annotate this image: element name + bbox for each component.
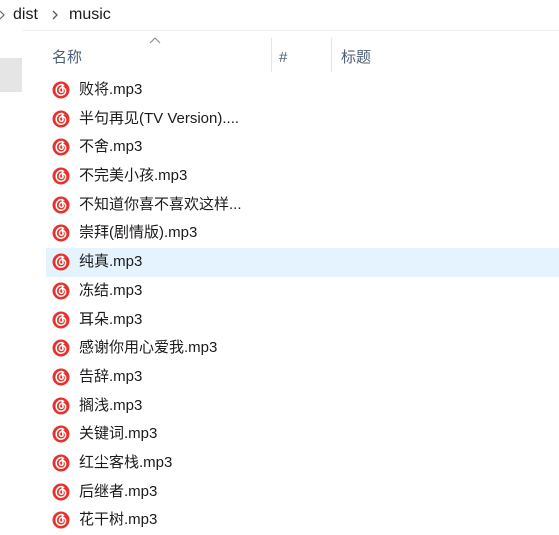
column-divider[interactable]	[331, 38, 332, 72]
netease-cloud-music-icon	[52, 397, 70, 415]
navigation-pane	[0, 30, 22, 528]
netease-cloud-music-icon	[52, 110, 70, 128]
file-name: 冻结.mp3	[79, 281, 143, 299]
netease-cloud-music-icon	[52, 368, 70, 386]
file-row[interactable]: 搁浅.mp3	[46, 392, 559, 421]
column-divider[interactable]	[271, 38, 272, 72]
file-row[interactable]: 红尘客栈.mp3	[46, 449, 559, 478]
file-name: 红尘客栈.mp3	[79, 453, 173, 471]
file-name: 崇拜(剧情版).mp3	[79, 224, 198, 242]
netease-cloud-music-icon	[52, 224, 70, 242]
file-row[interactable]: 败将.mp3	[46, 76, 559, 105]
file-row[interactable]: 后继者.mp3	[46, 478, 559, 507]
netease-cloud-music-icon	[52, 253, 70, 271]
netease-cloud-music-icon	[52, 339, 70, 357]
breadcrumb-item-dist[interactable]: dist	[13, 4, 38, 26]
file-row[interactable]: 花干树.mp3	[46, 506, 559, 535]
file-name: 后继者.mp3	[79, 482, 158, 500]
column-header-number[interactable]: #	[279, 48, 287, 68]
file-row[interactable]: 不知道你喜不喜欢这样...	[46, 191, 559, 220]
file-row[interactable]: 关键词.mp3	[46, 420, 559, 449]
netease-cloud-music-icon	[52, 167, 70, 185]
chevron-right-icon[interactable]	[0, 7, 6, 23]
file-name: 不舍.mp3	[79, 138, 143, 156]
file-name: 半句再见(TV Version)....	[79, 109, 240, 127]
file-row[interactable]: 崇拜(剧情版).mp3	[46, 219, 559, 248]
file-name: 搁浅.mp3	[79, 396, 143, 414]
file-name: 败将.mp3	[79, 81, 143, 98]
netease-cloud-music-icon	[52, 425, 70, 443]
file-name: 纯真.mp3	[79, 253, 143, 271]
file-name: 不知道你喜不喜欢这样...	[79, 195, 242, 213]
chevron-right-icon[interactable]	[50, 10, 60, 20]
sort-ascending-icon	[149, 37, 161, 44]
column-header-title[interactable]: 标题	[341, 48, 371, 68]
file-row[interactable]: 冻结.mp3	[46, 277, 559, 306]
file-row[interactable]: 感谢你用心爱我.mp3	[46, 334, 559, 363]
column-header-name[interactable]: 名称	[52, 48, 82, 68]
file-row[interactable]: 纯真.mp3	[46, 248, 559, 277]
address-breadcrumb-bar: dist music	[0, 0, 559, 31]
netease-cloud-music-icon	[52, 511, 70, 529]
netease-cloud-music-icon	[52, 196, 70, 214]
file-list: 败将.mp3 半句再见(TV Version).... 不舍.mp3 不完美小孩.mp…	[46, 76, 559, 535]
file-name: 关键词.mp3	[79, 425, 158, 443]
file-row[interactable]: 半句再见(TV Version)....	[46, 105, 559, 134]
file-row[interactable]: 不舍.mp3	[46, 133, 559, 162]
file-name: 感谢你用心爱我.mp3	[79, 339, 218, 357]
netease-cloud-music-icon	[52, 138, 70, 156]
file-name: 告辞.mp3	[79, 367, 143, 385]
file-row[interactable]: 告辞.mp3	[46, 363, 559, 392]
column-header-row: 名称 # 标题	[0, 30, 559, 74]
netease-cloud-music-icon	[52, 454, 70, 472]
netease-cloud-music-icon	[52, 81, 70, 99]
file-row[interactable]: 不完美小孩.mp3	[46, 162, 559, 191]
netease-cloud-music-icon	[52, 282, 70, 300]
file-name: 耳朵.mp3	[79, 310, 143, 328]
netease-cloud-music-icon	[52, 311, 70, 328]
breadcrumb-item-music[interactable]: music	[69, 4, 111, 26]
netease-cloud-music-icon	[52, 483, 70, 501]
file-name: 花干树.mp3	[79, 511, 158, 529]
file-name: 不完美小孩.mp3	[79, 167, 188, 185]
file-row[interactable]: 耳朵.mp3	[46, 306, 559, 335]
